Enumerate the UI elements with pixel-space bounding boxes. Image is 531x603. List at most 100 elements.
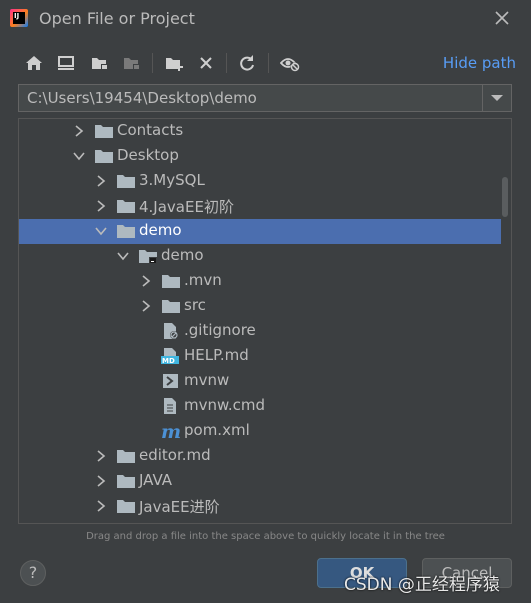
tree-row-label: pom.xml [184,421,250,439]
refresh-button[interactable] [235,50,259,76]
show-hidden-icon [280,58,300,72]
watermark: CSDN @正经程序猿 [344,575,500,595]
toolbar-separator [226,53,227,73]
tree-row-label: JAVA [139,471,173,489]
chevron-down-icon[interactable] [94,223,108,239]
path-dropdown-button[interactable] [482,85,511,111]
folder-icon [116,447,136,465]
tree-row[interactable]: Desktop [19,144,501,169]
tree-row[interactable]: JAVA [19,469,501,494]
chevron-down-icon [491,95,503,101]
tree-row-label: .gitignore [184,321,256,339]
chevron-right-icon[interactable] [94,448,108,464]
maven-file-icon: m [161,421,181,443]
tree-row-label: src [184,296,206,314]
close-icon [495,11,509,25]
folder-icon [94,147,114,165]
title-bar: IJ Open File or Project [0,0,531,38]
svg-text:MD: MD [162,357,175,365]
chevron-right-icon[interactable] [94,523,108,524]
tree-row[interactable]: JavaEE进阶 [19,494,501,519]
tree-row-label: Contacts [117,121,184,139]
tree-row[interactable]: m pom.xml [19,419,501,444]
tree-row-label: editor.md [139,446,211,464]
chevron-right-icon[interactable] [94,198,108,214]
folder-icon [116,172,136,190]
tree-row[interactable]: editor.md [19,444,501,469]
desktop-icon [58,56,74,70]
path-combobox[interactable] [18,84,512,112]
tree-row[interactable]: demo [19,219,501,244]
tree-row-label: 3.MySQL [139,171,205,189]
help-button[interactable]: ? [20,560,46,586]
tree-row-label: JavaEE进阶 [139,498,220,516]
toolbar [22,50,322,78]
gitignore-file-icon [161,322,181,340]
project-directory-button[interactable] [88,50,112,76]
tree-row[interactable]: JavaEE [19,519,501,524]
tree-row[interactable]: Contacts [19,119,501,144]
close-button[interactable] [491,7,513,29]
show-hidden-files-button[interactable] [278,50,302,76]
home-icon [26,56,42,70]
delete-button[interactable] [194,50,218,76]
svg-text:m: m [161,422,181,440]
toolbar-separator [152,53,153,73]
chevron-right-icon[interactable] [139,298,153,314]
markdown-file-icon: MD [161,347,181,365]
tree-row-label: HELP.md [184,346,249,364]
intellij-logo-icon: IJ [10,9,28,27]
shell-file-icon [161,372,181,390]
tree-row[interactable]: 4.JavaEE初阶 [19,194,501,219]
module-directory-button[interactable] [120,50,144,76]
hide-path-link[interactable]: Hide path [443,54,516,72]
folder-icon [116,472,136,490]
desktop-button[interactable] [54,50,78,76]
tree-row[interactable]: src [19,294,501,319]
path-input[interactable] [19,85,483,111]
module-folder-icon [124,58,140,70]
refresh-icon [240,55,254,71]
chevron-down-icon[interactable] [116,248,130,264]
tree-row[interactable]: 3.MySQL [19,169,501,194]
tree-row-label: Desktop [117,146,179,164]
tree-row[interactable]: mvnw [19,369,501,394]
tree-row[interactable]: .mvn [19,269,501,294]
folder-icon [161,297,181,315]
folder-icon [116,497,136,515]
dialog-title: Open File or Project [39,9,195,28]
tree-row-label: demo [161,246,204,264]
new-folder-icon [166,58,183,71]
folder-icon [116,197,136,215]
chevron-right-icon[interactable] [94,498,108,514]
tree-row[interactable]: mvnw.cmd [19,394,501,419]
tree-row-label: mvnw [184,371,230,389]
project-folder-icon [92,58,108,70]
home-button[interactable] [22,50,46,76]
folder-icon [116,522,136,523]
project-folder-icon [138,247,158,265]
delete-icon [200,57,212,69]
chevron-right-icon[interactable] [139,273,153,289]
new-folder-button[interactable] [162,50,186,76]
folder-icon [161,272,181,290]
toolbar-separator [268,53,269,73]
folder-icon [116,222,136,240]
chevron-right-icon[interactable] [94,173,108,189]
tree-row-label: .mvn [184,271,222,289]
tree-row-label: JavaEE [139,521,190,523]
folder-icon [94,122,114,140]
tree-scrollbar[interactable] [502,177,508,217]
tree-row[interactable]: demo [19,244,501,269]
tree-row[interactable]: MD HELP.md [19,344,501,369]
tree-row[interactable]: .gitignore [19,319,501,344]
tree-row-label: demo [139,221,182,239]
chevron-right-icon[interactable] [72,123,86,139]
drag-drop-hint: Drag and drop a file into the space abov… [86,531,445,542]
text-file-icon [161,397,181,415]
file-tree[interactable]: Contacts Desktop 3.MySQL 4.JavaEE初阶 demo demo… [18,118,512,524]
tree-row-label: mvnw.cmd [184,396,266,414]
chevron-right-icon[interactable] [94,473,108,489]
chevron-down-icon[interactable] [72,148,86,164]
tree-row-label: 4.JavaEE初阶 [139,198,234,216]
